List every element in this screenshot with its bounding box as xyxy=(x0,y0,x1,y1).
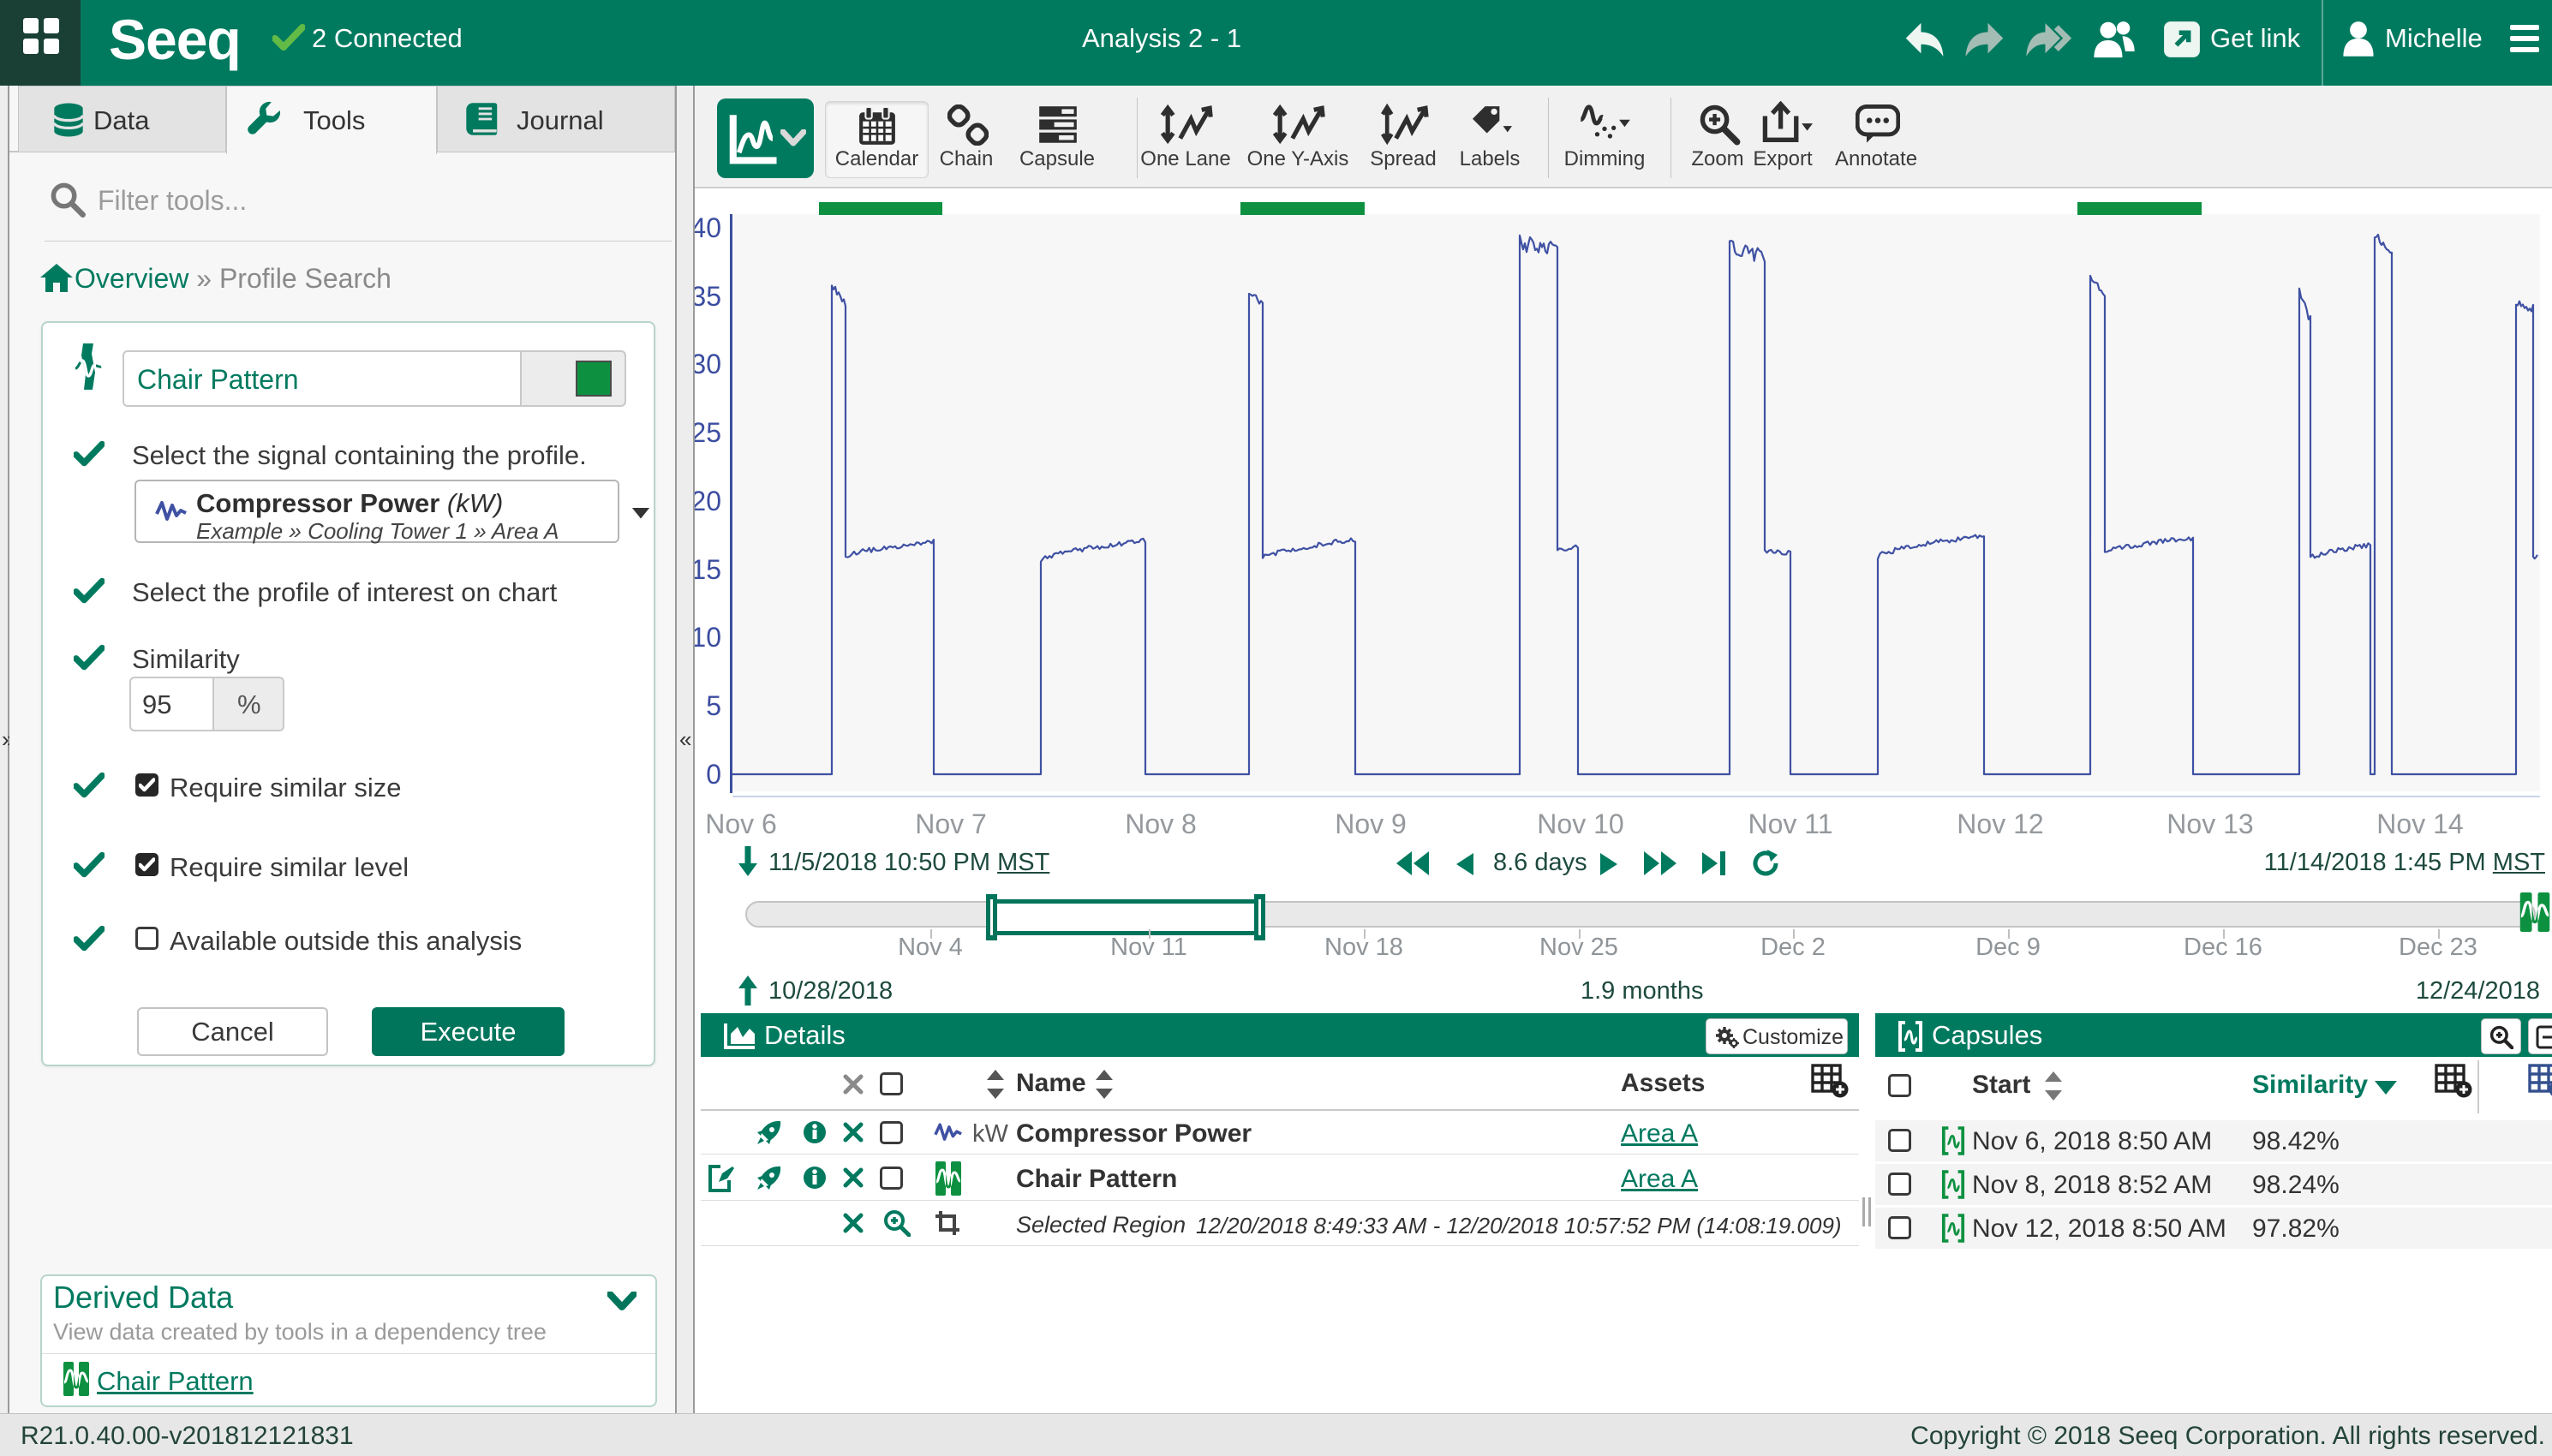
svg-text:Nov 12: Nov 12 xyxy=(1957,809,2043,839)
svg-text:Nov 8: Nov 8 xyxy=(1125,809,1197,839)
svg-text:Nov 14: Nov 14 xyxy=(2376,809,2463,839)
svg-text:25: 25 xyxy=(695,417,721,448)
svg-text:5: 5 xyxy=(706,690,721,721)
svg-text:15: 15 xyxy=(695,554,721,585)
svg-text:Nov 6: Nov 6 xyxy=(705,809,777,839)
svg-text:Nov 11: Nov 11 xyxy=(1748,809,1832,839)
svg-text:30: 30 xyxy=(695,349,721,379)
svg-text:Nov 9: Nov 9 xyxy=(1335,809,1407,839)
svg-text:40: 40 xyxy=(695,212,721,243)
svg-text:Nov 10: Nov 10 xyxy=(1537,809,1623,839)
svg-text:20: 20 xyxy=(695,486,721,516)
svg-text:0: 0 xyxy=(706,759,721,790)
svg-text:10: 10 xyxy=(695,622,721,653)
svg-text:Nov 7: Nov 7 xyxy=(915,809,987,839)
svg-text:35: 35 xyxy=(695,281,721,312)
svg-text:Nov 13: Nov 13 xyxy=(2167,809,2253,839)
